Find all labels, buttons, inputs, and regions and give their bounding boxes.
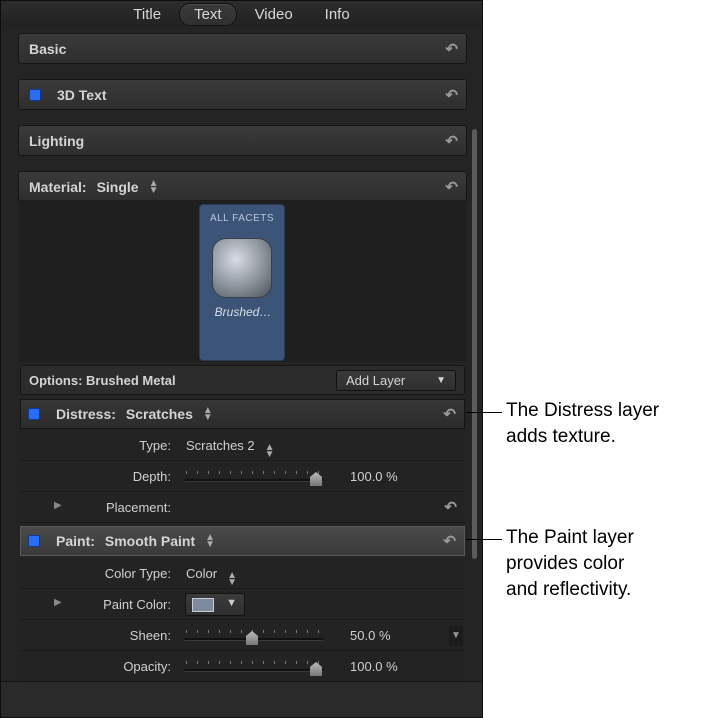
section-lighting[interactable]: Lighting ↶: [18, 125, 467, 156]
add-layer-label: Add Layer: [346, 373, 406, 388]
section-material[interactable]: Material: Single ▲ ▼ ↶: [18, 171, 467, 202]
callout-paint-line3: and reflectivity.: [506, 579, 632, 600]
sheen-slider[interactable]: [184, 630, 324, 645]
reset-icon[interactable]: ↶: [445, 86, 458, 104]
sheen-unit: %: [378, 628, 391, 643]
enable-distress-checkbox[interactable]: [28, 408, 40, 420]
updown-arrows-icon: ▲ ▼: [264, 442, 275, 460]
paint-color-label: Paint Color:: [103, 597, 171, 612]
callout-distress-line1: The Distress layer: [506, 400, 660, 421]
vertical-scrollbar[interactable]: [472, 129, 477, 559]
section-3d-text-label: 3D Text: [57, 86, 107, 103]
slider-knob[interactable]: [246, 631, 258, 645]
placement-label: Placement:: [105, 500, 171, 515]
layer-paint-header[interactable]: Paint: Smooth Paint ▲ ▼ ↶: [20, 526, 465, 556]
color-swatch: [192, 598, 214, 612]
color-type-label: Color Type:: [104, 566, 171, 581]
facet-material-name: Brushed…: [214, 305, 272, 319]
chevron-down-icon: ▼: [436, 375, 446, 386]
chevron-down-icon: ▼: [226, 597, 237, 609]
distress-label: Distress:: [56, 406, 116, 422]
reset-icon[interactable]: ↶: [445, 132, 458, 150]
opacity-unit: %: [386, 659, 398, 674]
opacity-slider[interactable]: [184, 661, 324, 676]
distress-type-row: Type: Scratches 2 ▲ ▼: [20, 430, 465, 461]
section-lighting-label: Lighting: [29, 132, 85, 149]
callout-line-distress: [466, 412, 502, 413]
opacity-value[interactable]: 100.0 %: [350, 659, 398, 674]
facet-title: ALL FACETS: [209, 213, 275, 224]
callout-distress: The Distress layer adds texture.: [506, 398, 659, 450]
section-3d-text[interactable]: 3D Text ↶: [18, 79, 467, 110]
reset-icon[interactable]: ↶: [445, 40, 458, 58]
material-value[interactable]: Single: [97, 179, 139, 195]
section-basic[interactable]: Basic ↶: [18, 33, 467, 64]
slider-knob[interactable]: [310, 472, 322, 486]
enable-paint-checkbox[interactable]: [28, 535, 40, 547]
distress-type-text: Scratches 2: [186, 438, 255, 453]
callout-paint-line2: provides color: [506, 553, 625, 574]
distress-value[interactable]: Scratches: [126, 406, 193, 422]
callout-paint: The Paint layer provides color and refle…: [506, 525, 634, 603]
distress-depth-label: Depth:: [132, 469, 171, 484]
callout-line-paint: [466, 539, 502, 540]
tab-video[interactable]: Video: [241, 4, 307, 25]
tab-text[interactable]: Text: [179, 3, 237, 26]
opacity-number: 100.0: [350, 659, 383, 674]
paint-label: Paint:: [56, 533, 95, 549]
color-type-text: Color: [186, 566, 218, 581]
tab-title[interactable]: Title: [119, 4, 175, 25]
material-label: Material:: [29, 178, 87, 195]
reset-icon[interactable]: ↶: [444, 498, 457, 516]
scroll-down-icon[interactable]: ▼: [449, 626, 463, 646]
inspector-bottom-bar: [1, 681, 482, 717]
add-layer-popup[interactable]: Add Layer ▼: [336, 370, 456, 391]
reset-icon[interactable]: ↶: [443, 405, 456, 423]
paint-value[interactable]: Smooth Paint: [105, 533, 195, 549]
paint-color-row: ▶ Paint Color: ▼: [20, 589, 465, 620]
depth-value[interactable]: 100.0 %: [350, 469, 398, 484]
sheen-label: Sheen:: [129, 628, 171, 643]
updown-arrows-icon[interactable]: ▲ ▼: [205, 533, 215, 550]
paint-opacity-row: Opacity: 100.0 %: [20, 651, 465, 682]
material-swatch-icon: [212, 238, 272, 298]
tab-info[interactable]: Info: [311, 4, 364, 25]
slider-knob[interactable]: [310, 662, 322, 676]
distress-depth-row: Depth: 100.0 %: [20, 461, 465, 492]
inspector-panel: Title Text Video Info Basic ↶ 3D Text ↶ …: [0, 0, 483, 718]
options-header: Options: Brushed Metal Add Layer ▼: [20, 365, 465, 395]
section-basic-label: Basic: [29, 40, 67, 57]
sheen-number: 50.0: [350, 628, 376, 643]
distress-type-value[interactable]: Scratches 2 ▲ ▼: [186, 438, 275, 460]
reset-icon[interactable]: ↶: [443, 532, 456, 550]
updown-arrows-icon: ▲ ▼: [227, 570, 237, 588]
depth-slider[interactable]: [184, 471, 324, 486]
distress-placement-row[interactable]: ▶ Placement: ↶: [20, 492, 465, 523]
facet-all-facets[interactable]: ALL FACETS Brushed…: [199, 204, 285, 361]
callout-paint-line1: The Paint layer: [506, 527, 634, 548]
color-type-value[interactable]: Color ▲ ▼: [186, 566, 237, 588]
reset-icon[interactable]: ↶: [445, 178, 458, 196]
depth-unit: %: [386, 469, 398, 484]
distress-type-label: Type:: [139, 438, 171, 453]
enable-3d-text-checkbox[interactable]: [29, 88, 41, 101]
paint-color-well[interactable]: ▼: [185, 593, 245, 616]
sheen-value[interactable]: 50.0 %: [350, 628, 391, 643]
depth-number: 100.0: [350, 469, 383, 484]
opacity-label: Opacity:: [123, 659, 171, 674]
options-label: Options: Brushed Metal: [29, 372, 176, 388]
disclosure-triangle-icon[interactable]: ▶: [54, 500, 62, 511]
paint-sheen-row: Sheen: 50.0 %: [20, 620, 465, 651]
paint-color-type-row: Color Type: Color ▲ ▼: [20, 558, 465, 589]
inspector-tabbar: Title Text Video Info: [1, 1, 482, 28]
callout-distress-line2: adds texture.: [506, 426, 616, 447]
updown-arrows-icon[interactable]: ▲ ▼: [149, 178, 159, 195]
layer-distress-header[interactable]: Distress: Scratches ▲ ▼ ↶: [20, 399, 465, 429]
updown-arrows-icon[interactable]: ▲ ▼: [203, 406, 213, 423]
disclosure-triangle-icon[interactable]: ▶: [54, 597, 62, 608]
